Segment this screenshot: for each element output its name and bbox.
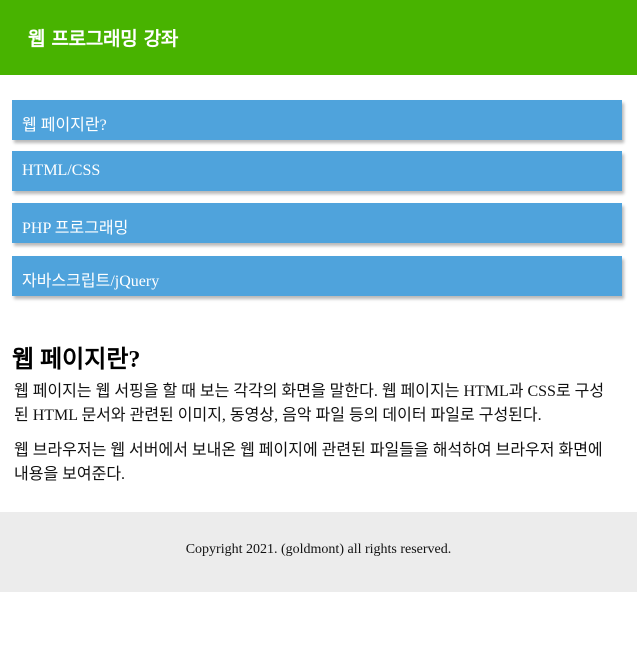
site-header: 웹 프로그래밍 강좌 (0, 0, 637, 75)
copyright-text: Copyright 2021. (goldmont) all rights re… (185, 542, 452, 557)
paragraph: 웹 페이지는 웹 서핑을 할 때 보는 각각의 화면을 말한다. 웹 페이지는 … (14, 383, 605, 424)
site-title: 웹 프로그래밍 강좌 (28, 28, 179, 50)
nav-item-label: 웹 페이지란? (22, 117, 107, 134)
nav-item-label: PHP 프로그래밍 (22, 220, 129, 237)
site-footer: Copyright 2021. (goldmont) all rights re… (0, 512, 637, 592)
nav-item-label: HTML/CSS (22, 162, 101, 179)
nav-item-html-css[interactable]: HTML/CSS (12, 151, 622, 191)
nav-item-webpage[interactable]: 웹 페이지란? (12, 100, 622, 140)
nav-item-php[interactable]: PHP 프로그래밍 (12, 203, 622, 243)
nav-item-javascript[interactable]: 자바스크립트/jQuery (12, 256, 622, 296)
nav-item-label: 자바스크립트/jQuery (22, 273, 160, 290)
section-title: 웹 페이지란? (12, 347, 141, 373)
paragraph: 웹 브라우저는 웹 서버에서 보내온 웹 페이지에 관련된 파일들을 해석하여 … (14, 442, 603, 483)
